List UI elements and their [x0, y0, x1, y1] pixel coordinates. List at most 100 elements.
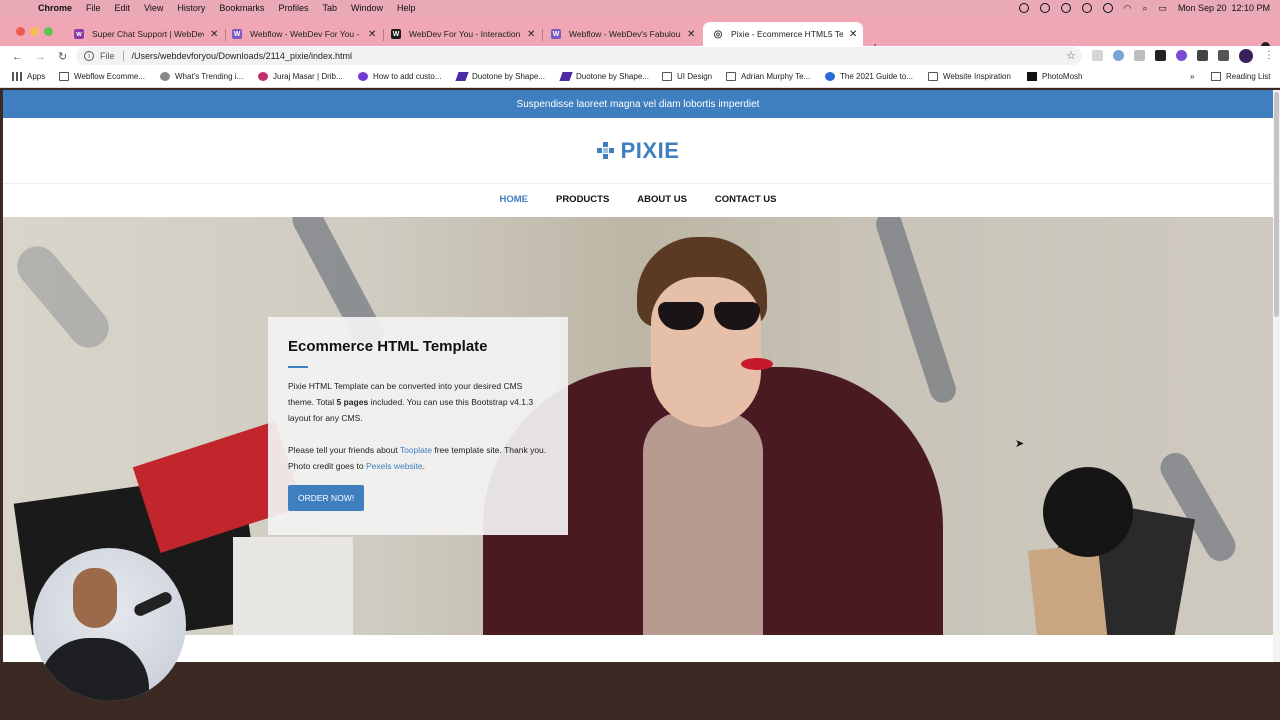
wifi-icon[interactable]: ◠: [1124, 3, 1132, 14]
folder-icon: [59, 72, 69, 81]
menu-file[interactable]: File: [86, 3, 101, 13]
bookmark-juraj-masar[interactable]: Juraj Masar | Drib...: [258, 72, 343, 81]
folder-icon: [928, 72, 938, 81]
minimize-window-button[interactable]: [30, 27, 39, 36]
reading-list-icon: [1211, 72, 1221, 81]
close-window-button[interactable]: [16, 27, 25, 36]
address-bar[interactable]: i File /Users/webdevforyou/Downloads/211…: [76, 47, 1082, 65]
bookmark-whats-trending[interactable]: What's Trending i...: [160, 72, 243, 81]
menu-window[interactable]: Window: [351, 3, 383, 13]
web-page: Suspendisse laoreet magna vel diam lobor…: [3, 90, 1273, 662]
pixie-logo-icon: [596, 142, 615, 160]
spotlight-icon[interactable]: ⌕: [1142, 3, 1147, 14]
site-logo[interactable]: PIXIE: [3, 138, 1273, 164]
bookmark-duotone-1[interactable]: Duotone by Shape...: [455, 72, 545, 81]
info-icon[interactable]: i: [84, 51, 94, 61]
bookmark-adrian-murphy[interactable]: Adrian Murphy Te...: [726, 72, 810, 81]
menu-history[interactable]: History: [177, 3, 205, 13]
url-scheme: File: [100, 51, 115, 61]
tab-webdev-interaction[interactable]: W WebDev For You - Interaction S ✕: [381, 22, 541, 46]
profile-avatar[interactable]: [1239, 49, 1253, 63]
url-text[interactable]: /Users/webdevforyou/Downloads/2114_pixie…: [132, 51, 352, 61]
macos-menubar: Chrome File Edit View History Bookmarks …: [0, 0, 1280, 16]
pexels-link[interactable]: Pexels website: [366, 461, 423, 471]
browser-toolbar: ← → ↻ i File /Users/webdevforyou/Downloa…: [0, 46, 1280, 67]
hero-image: Ecommerce HTML Template Pixie HTML Templ…: [3, 217, 1273, 635]
page-scrollbar[interactable]: [1273, 90, 1280, 662]
nav-contact-us[interactable]: CONTACT US: [715, 194, 777, 205]
circle-icon: [825, 72, 835, 81]
close-tab-icon[interactable]: ✕: [527, 29, 535, 40]
menu-profiles[interactable]: Profiles: [278, 3, 308, 13]
close-tab-icon[interactable]: ✕: [849, 29, 857, 40]
extension-icon[interactable]: [1092, 50, 1103, 61]
scrollbar-thumb[interactable]: [1274, 92, 1279, 317]
status-icon[interactable]: [1102, 3, 1113, 13]
menu-edit[interactable]: Edit: [115, 3, 131, 13]
hero-card: Ecommerce HTML Template Pixie HTML Templ…: [268, 317, 568, 535]
nav-products[interactable]: PRODUCTS: [556, 194, 609, 205]
menu-view[interactable]: View: [144, 3, 163, 13]
circle-icon: [160, 72, 170, 81]
folder-icon: [726, 72, 736, 81]
clock[interactable]: Mon Sep 20 12:10 PM: [1178, 3, 1270, 13]
bookmark-photomosh[interactable]: PhotoMosh: [1027, 72, 1082, 81]
tab-webflow-webdev[interactable]: W Webflow - WebDev For You - In ✕: [222, 22, 382, 46]
grid-icon: [12, 72, 22, 81]
reading-mode-icon[interactable]: [1218, 50, 1229, 61]
bookmarks-more[interactable]: »: [1190, 72, 1194, 81]
back-button[interactable]: ←: [12, 51, 23, 63]
tab-webflow-fabulous[interactable]: W Webflow - WebDev's Fabulous ✕: [541, 22, 701, 46]
extension-icon[interactable]: [1176, 50, 1187, 61]
status-icon[interactable]: [1039, 3, 1050, 13]
tooplate-link[interactable]: Tooplate: [400, 445, 432, 455]
status-area: ◠ ⌕ ▭ Mon Sep 20 12:10 PM: [1018, 0, 1270, 16]
order-now-button[interactable]: ORDER NOW!: [288, 485, 365, 511]
dribbble-icon: [258, 72, 268, 81]
menu-tab[interactable]: Tab: [322, 3, 337, 13]
camera-extension-icon[interactable]: [1134, 50, 1145, 61]
hero-title: Ecommerce HTML Template: [288, 338, 488, 355]
close-tab-icon[interactable]: ✕: [368, 29, 376, 40]
close-tab-icon[interactable]: ✕: [687, 29, 695, 40]
menu-bookmarks[interactable]: Bookmarks: [219, 3, 264, 13]
reload-button[interactable]: ↻: [58, 50, 67, 63]
control-center-icon[interactable]: ▭: [1158, 3, 1167, 14]
tab-strip: w Super Chat Support | WebDev ✕ W Webflo…: [0, 16, 1280, 55]
bookmark-ui-design[interactable]: UI Design: [662, 72, 712, 81]
play-icon[interactable]: [1081, 3, 1092, 13]
tab-pixie-active[interactable]: ◎ Pixie - Ecommerce HTML5 Tem ✕: [703, 22, 863, 46]
mouse-cursor-icon: ➤: [1015, 438, 1025, 450]
menu-app-name[interactable]: Chrome: [38, 3, 72, 13]
bookmark-how-to-add[interactable]: How to add custo...: [358, 72, 441, 81]
puzzle-extensions-icon[interactable]: [1197, 50, 1208, 61]
bookmark-star-icon[interactable]: ☆: [1066, 49, 1076, 62]
tab-super-chat[interactable]: w Super Chat Support | WebDev ✕: [64, 22, 224, 46]
shape-icon: [455, 72, 469, 81]
chrome-menu-icon[interactable]: ⋮: [1264, 50, 1274, 61]
menu-help[interactable]: Help: [397, 3, 416, 13]
announcement-bar: Suspendisse laoreet magna vel diam lobor…: [3, 90, 1273, 118]
status-icon[interactable]: [1018, 3, 1029, 13]
bookmark-webflow-ecommerce[interactable]: Webflow Ecomme...: [59, 72, 145, 81]
forward-button[interactable]: →: [35, 51, 46, 63]
extension-icon[interactable]: [1113, 50, 1124, 61]
bookmark-apps[interactable]: Apps: [12, 72, 45, 81]
close-tab-icon[interactable]: ✕: [210, 29, 218, 40]
nav-about-us[interactable]: ABOUT US: [637, 194, 687, 205]
bookmark-website-inspiration[interactable]: Website Inspiration: [928, 72, 1011, 81]
bookmark-duotone-2[interactable]: Duotone by Shape...: [559, 72, 649, 81]
logo-text: PIXIE: [620, 138, 680, 163]
main-nav: HOME PRODUCTS ABOUT US CONTACT US: [3, 194, 1273, 205]
zoom-window-button[interactable]: [44, 27, 53, 36]
nav-home[interactable]: HOME: [499, 194, 528, 205]
circle-icon: [358, 72, 368, 81]
webflow-favicon-icon: w: [74, 29, 84, 39]
bookmark-2021-guide[interactable]: The 2021 Guide to...: [825, 72, 913, 81]
webflow-favicon-icon: W: [391, 29, 401, 39]
status-icon[interactable]: [1060, 3, 1071, 13]
webflow-favicon-icon: W: [232, 29, 242, 39]
globe-favicon-icon: ◎: [713, 28, 723, 40]
extension-icon[interactable]: [1155, 50, 1166, 61]
reading-list[interactable]: Reading List: [1211, 72, 1270, 81]
